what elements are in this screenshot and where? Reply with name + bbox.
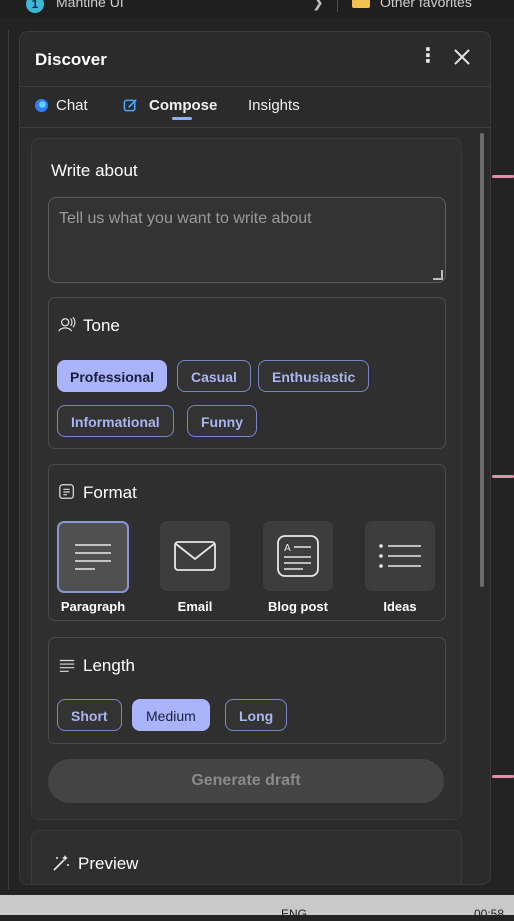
header-divider <box>20 86 490 87</box>
taskbar-clock[interactable]: 00:58 <box>474 907 504 921</box>
tab-active-indicator <box>172 117 192 120</box>
chevron-right-icon[interactable]: ❯ <box>312 0 324 11</box>
bookmarks-bar: 1 Mantine UI ❯ Other favorites <box>0 0 514 18</box>
length-icon <box>59 659 75 672</box>
format-label-ideas: Ideas <box>383 599 417 614</box>
tone-chip-funny[interactable]: Funny <box>187 405 257 437</box>
length-chip-short[interactable]: Short <box>57 699 122 731</box>
bookmarks-separator <box>337 0 338 12</box>
folder-icon <box>352 0 370 8</box>
more-vertical-icon[interactable]: ⋮ <box>418 46 438 66</box>
page-accent-mark <box>492 775 514 778</box>
magic-wand-icon <box>53 855 69 871</box>
tone-section: Tone Professional Casual Enthusiastic In… <box>48 297 446 449</box>
svg-text:A: A <box>284 543 291 554</box>
close-icon[interactable] <box>452 47 472 67</box>
tab-compose[interactable]: Compose <box>149 97 217 114</box>
discover-panel: Discover ⋮ Chat Compose Insights Write a… <box>19 31 491 885</box>
tone-title: Tone <box>83 316 120 335</box>
taskbar: ENG 00:58 <box>0 895 514 921</box>
scrollbar[interactable] <box>480 133 484 587</box>
length-section: Length Short Medium Long <box>48 637 446 744</box>
tone-chip-casual[interactable]: Casual <box>177 360 251 392</box>
tab-chat[interactable]: Chat <box>56 97 88 114</box>
length-title: Length <box>83 656 135 675</box>
chat-icon <box>34 98 49 113</box>
preview-title: Preview <box>78 854 139 873</box>
language-indicator[interactable]: ENG <box>281 907 307 921</box>
write-about-label: Write about <box>51 161 138 180</box>
format-option-ideas[interactable] <box>365 521 435 591</box>
compose-icon <box>123 99 137 112</box>
compose-card: Write about Tell us what you want to wri… <box>31 138 462 820</box>
paragraph-icon <box>75 544 111 570</box>
tab-insights[interactable]: Insights <box>248 97 300 114</box>
bookmark-mantine[interactable]: Mantine UI <box>56 0 124 10</box>
page-accent-mark <box>492 175 514 178</box>
format-option-email[interactable] <box>160 521 230 591</box>
resize-handle-icon[interactable] <box>433 270 443 280</box>
length-chip-long[interactable]: Long <box>225 699 288 731</box>
format-label-blog-post: Blog post <box>268 599 328 614</box>
preview-card: Preview <box>31 830 462 884</box>
generate-draft-button[interactable]: Generate draft <box>48 759 444 803</box>
blog-post-icon: A <box>277 535 319 577</box>
format-section: Format Paragraph Email A Blog post Ideas <box>48 464 446 621</box>
ideas-icon <box>379 544 421 568</box>
format-label-email: Email <box>177 599 213 614</box>
page-accent-mark <box>492 475 514 478</box>
tone-chip-enthusiastic[interactable]: Enthusiastic <box>258 360 370 392</box>
tabs-divider <box>20 127 490 128</box>
write-about-input[interactable]: Tell us what you want to write about <box>48 197 446 283</box>
tone-chip-informational[interactable]: Informational <box>57 405 174 437</box>
tone-icon <box>58 316 76 332</box>
write-about-placeholder: Tell us what you want to write about <box>59 210 312 227</box>
format-icon <box>59 484 74 499</box>
bookmark-badge-icon: 1 <box>26 0 44 13</box>
format-option-blog-post[interactable]: A <box>263 521 333 591</box>
format-title: Format <box>83 483 137 502</box>
length-chip-medium[interactable]: Medium <box>132 699 210 731</box>
bookmark-other-favorites[interactable]: Other favorites <box>380 0 472 10</box>
panel-title: Discover <box>35 50 107 69</box>
tone-chip-professional[interactable]: Professional <box>57 360 167 392</box>
format-label-paragraph: Paragraph <box>60 599 126 614</box>
format-option-paragraph[interactable] <box>57 521 129 593</box>
email-icon <box>174 541 216 571</box>
page-edge <box>8 30 9 890</box>
